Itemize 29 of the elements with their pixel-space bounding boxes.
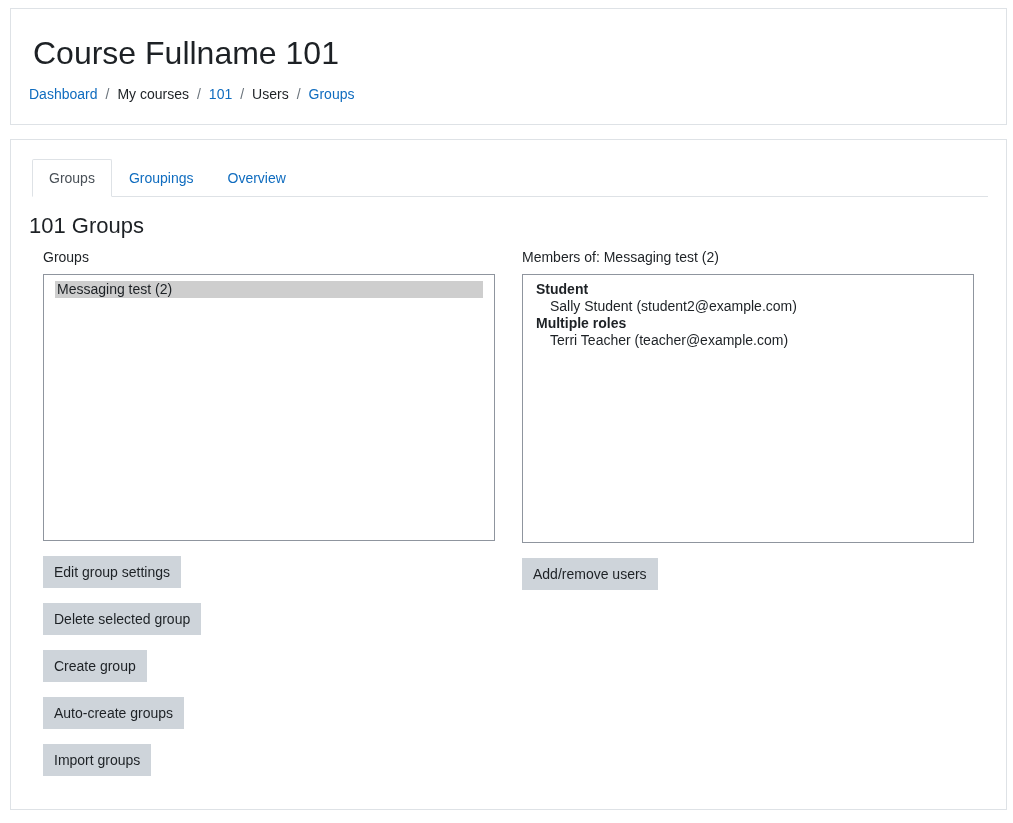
action-button[interactable]: Create group	[43, 650, 147, 682]
member-option[interactable]: Terri Teacher (teacher@example.com)	[536, 332, 962, 349]
breadcrumb-link[interactable]: Groups	[308, 86, 355, 102]
breadcrumb-separator: /	[296, 86, 301, 102]
member-option[interactable]: Sally Student (student2@example.com)	[536, 298, 962, 315]
role-heading: Student	[536, 281, 590, 298]
tab[interactable]: Overview	[210, 159, 303, 197]
breadcrumb-text: Users	[252, 86, 289, 102]
breadcrumb-separator: /	[240, 86, 245, 102]
members-label: Members of: Messaging test (2)	[522, 249, 720, 265]
breadcrumb-separator: /	[105, 86, 110, 102]
breadcrumb-text: My courses	[117, 86, 189, 102]
action-button[interactable]: Auto-create groups	[43, 697, 185, 729]
course-title: Course Fullname 101	[33, 35, 340, 71]
group-option[interactable]: Messaging test (2)	[55, 281, 483, 298]
groups-label: Groups	[43, 249, 90, 265]
breadcrumb-link[interactable]: 101	[208, 86, 233, 102]
action-button[interactable]: Add/remove users	[522, 558, 658, 590]
breadcrumb-link[interactable]: Dashboard	[29, 86, 98, 102]
action-button[interactable]: Import groups	[43, 744, 152, 776]
tab[interactable]: Groupings	[111, 159, 211, 197]
tab[interactable]: Groups	[32, 159, 112, 197]
groups-listbox[interactable]: Messaging test (2)	[43, 274, 495, 541]
action-button[interactable]: Delete selected group	[43, 603, 202, 635]
action-button[interactable]: Edit group settings	[43, 556, 181, 588]
breadcrumb-separator: /	[196, 86, 201, 102]
role-heading: Multiple roles	[536, 315, 628, 332]
page-heading: 101 Groups	[29, 213, 145, 239]
members-listbox[interactable]: Student Sally Student (student2@example.com) Multiple roles Terri Teacher (teacher@example.com)	[522, 274, 974, 543]
